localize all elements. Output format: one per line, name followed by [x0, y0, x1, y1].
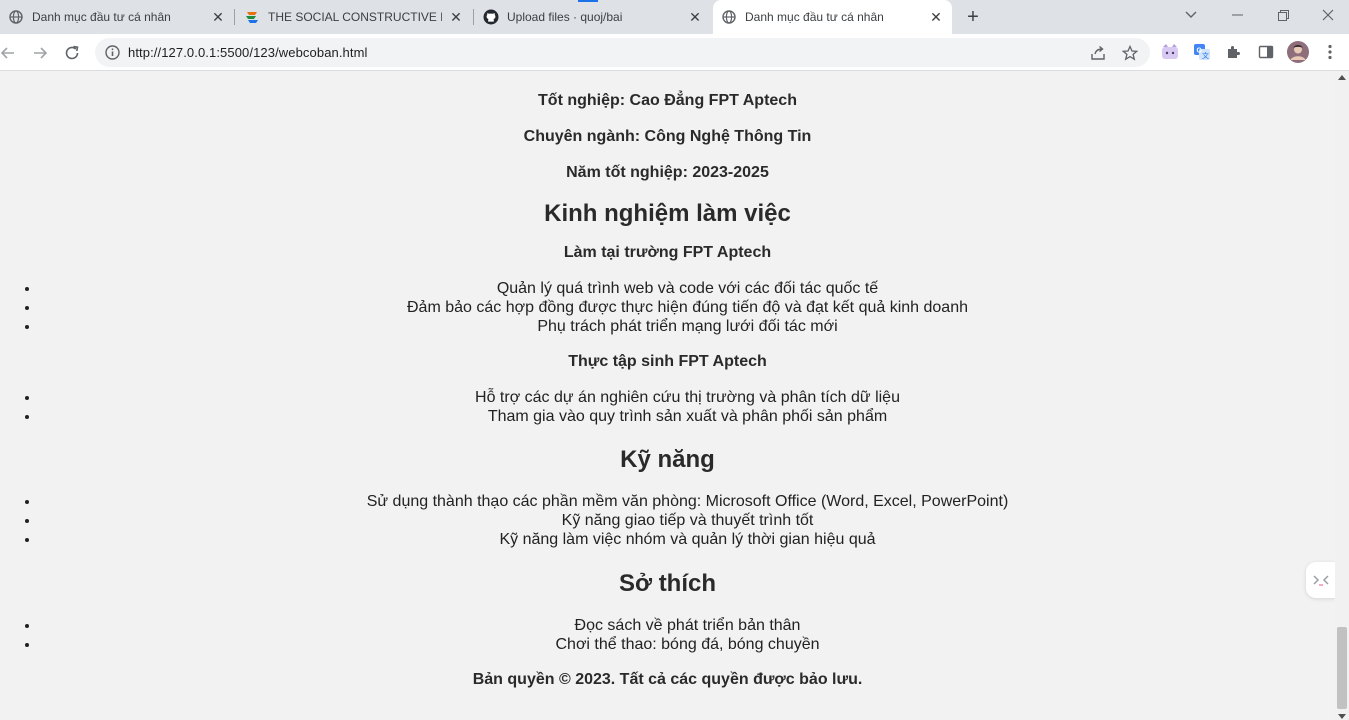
browser-toolbar: http://127.0.0.1:5500/123/webcoban.html … [0, 34, 1349, 71]
globe-icon [721, 9, 737, 25]
address-bar[interactable]: http://127.0.0.1:5500/123/webcoban.html [95, 38, 1150, 67]
share-icon[interactable] [1088, 43, 1108, 63]
github-icon [483, 9, 499, 25]
close-window-icon[interactable] [1306, 0, 1349, 30]
resume-page: Tốt nghiệp: Cao Đẳng FPT Aptech Chuyên n… [0, 71, 1335, 689]
tab-separator [234, 9, 235, 25]
list-item: Chơi thể thao: bóng đá, bóng chuyền [40, 635, 1335, 654]
graduation-text: Tốt nghiệp: Cao Đẳng FPT Aptech [538, 92, 797, 109]
menu-kebab-icon[interactable] [1320, 42, 1340, 62]
scrollbar-thumb[interactable] [1337, 627, 1347, 709]
extensions-puzzle-icon[interactable] [1224, 42, 1244, 62]
floating-widget-icon[interactable] [1306, 562, 1335, 598]
tab-search-chevron-icon[interactable] [1168, 0, 1214, 30]
tab-title: Danh mục đầu tư cá nhân [745, 10, 884, 24]
back-arrow-icon[interactable] [0, 39, 22, 67]
job-title: Thực tập sinh FPT Aptech [568, 353, 767, 370]
site-info-icon[interactable] [105, 45, 120, 60]
tab-social-constructive[interactable]: THE SOCIAL CONSTRUCTIVE LEA ✕ [236, 0, 472, 34]
list-item: Kỹ năng giao tiếp và thuyết trình tốt [40, 511, 1335, 530]
reload-icon[interactable] [58, 39, 86, 67]
tab-strip: Danh mục đầu tư cá nhân ✕ THE SOCIAL CON… [0, 0, 1349, 34]
close-tab-icon[interactable]: ✕ [448, 9, 464, 25]
job-title: Làm tại trường FPT Aptech [563, 244, 772, 261]
education-section: Tốt nghiệp: Cao Đẳng FPT Aptech Chuyên n… [0, 71, 1335, 182]
tab-upload-files[interactable]: Upload files · quoj/bai ✕ [475, 0, 711, 34]
major-text: Chuyên ngành: Công Nghệ Thông Tin [523, 128, 812, 145]
close-tab-icon[interactable]: ✕ [687, 9, 703, 25]
page-footer: Bản quyền © 2023. Tất cả các quyền được … [0, 671, 1335, 689]
list-item: Tham gia vào quy trình sản xuất và phân … [40, 407, 1335, 426]
skills-list: Sử dụng thành thạo các phần mềm văn phòn… [0, 492, 1335, 549]
side-panel-icon[interactable] [1256, 42, 1276, 62]
tab-title: THE SOCIAL CONSTRUCTIVE LEA [268, 10, 442, 24]
tab-portfolio-active[interactable]: Danh mục đầu tư cá nhân ✕ [713, 0, 952, 34]
list-item: Sử dụng thành thạo các phần mềm văn phòn… [40, 492, 1335, 511]
extension-cat-icon[interactable] [1160, 42, 1180, 62]
tab-separator [473, 9, 474, 25]
close-tab-icon[interactable]: ✕ [210, 9, 226, 25]
scroll-up-arrow-icon[interactable] [1338, 75, 1346, 80]
skills-section: Kỹ năng Sử dụng thành thạo các phần mềm … [0, 446, 1335, 549]
job-duties-list: Hỗ trợ các dự án nghiên cứu thị trường v… [0, 388, 1335, 426]
forward-arrow-icon[interactable] [26, 39, 54, 67]
page-viewport: Tốt nghiệp: Cao Đẳng FPT Aptech Chuyên n… [0, 71, 1335, 720]
list-item: Đảm bảo các hợp đồng được thực hiện đúng… [40, 298, 1335, 317]
list-item: Phụ trách phát triển mạng lưới đối tác m… [40, 317, 1335, 336]
globe-icon [8, 9, 24, 25]
experience-section: Kinh nghiệm làm việc Làm tại trường FPT … [0, 200, 1335, 426]
minimize-icon[interactable] [1214, 0, 1260, 30]
copyright-text: Bản quyền © 2023. Tất cả các quyền được … [472, 671, 863, 688]
skills-heading: Kỹ năng [620, 446, 715, 473]
new-tab-plus-icon[interactable]: + [962, 6, 984, 28]
hobbies-section: Sở thích Đọc sách về phát triển bản thân… [0, 570, 1335, 654]
vertical-scrollbar[interactable] [1335, 71, 1349, 720]
translate-icon[interactable]: G文 [1192, 42, 1212, 62]
site-logo-icon [244, 9, 260, 25]
tab-title: Upload files · quoj/bai [507, 10, 623, 24]
bookmark-star-icon[interactable] [1120, 43, 1140, 63]
list-item: Đọc sách về phát triển bản thân [40, 616, 1335, 635]
close-tab-icon[interactable]: ✕ [928, 9, 944, 25]
scroll-down-arrow-icon[interactable] [1338, 714, 1346, 719]
tab-title: Danh mục đầu tư cá nhân [32, 10, 171, 24]
list-item: Quản lý quá trình web và code với các đố… [40, 279, 1335, 298]
graduation-years-text: Năm tốt nghiệp: 2023-2025 [566, 164, 769, 181]
experience-heading: Kinh nghiệm làm việc [544, 200, 791, 227]
list-item: Kỹ năng làm việc nhóm và quản lý thời gi… [40, 530, 1335, 549]
tab-loading-indicator [578, 0, 598, 2]
restore-icon[interactable] [1260, 0, 1306, 30]
tab-portfolio-1[interactable]: Danh mục đầu tư cá nhân ✕ [0, 0, 234, 34]
job-duties-list: Quản lý quá trình web và code với các đố… [0, 279, 1335, 336]
profile-avatar[interactable] [1287, 41, 1309, 63]
hobbies-list: Đọc sách về phát triển bản thân Chơi thể… [0, 616, 1335, 654]
list-item: Hỗ trợ các dự án nghiên cứu thị trường v… [40, 388, 1335, 407]
svg-text:文: 文 [1202, 51, 1209, 60]
hobbies-heading: Sở thích [618, 570, 717, 597]
address-url[interactable]: http://127.0.0.1:5500/123/webcoban.html [128, 45, 368, 60]
